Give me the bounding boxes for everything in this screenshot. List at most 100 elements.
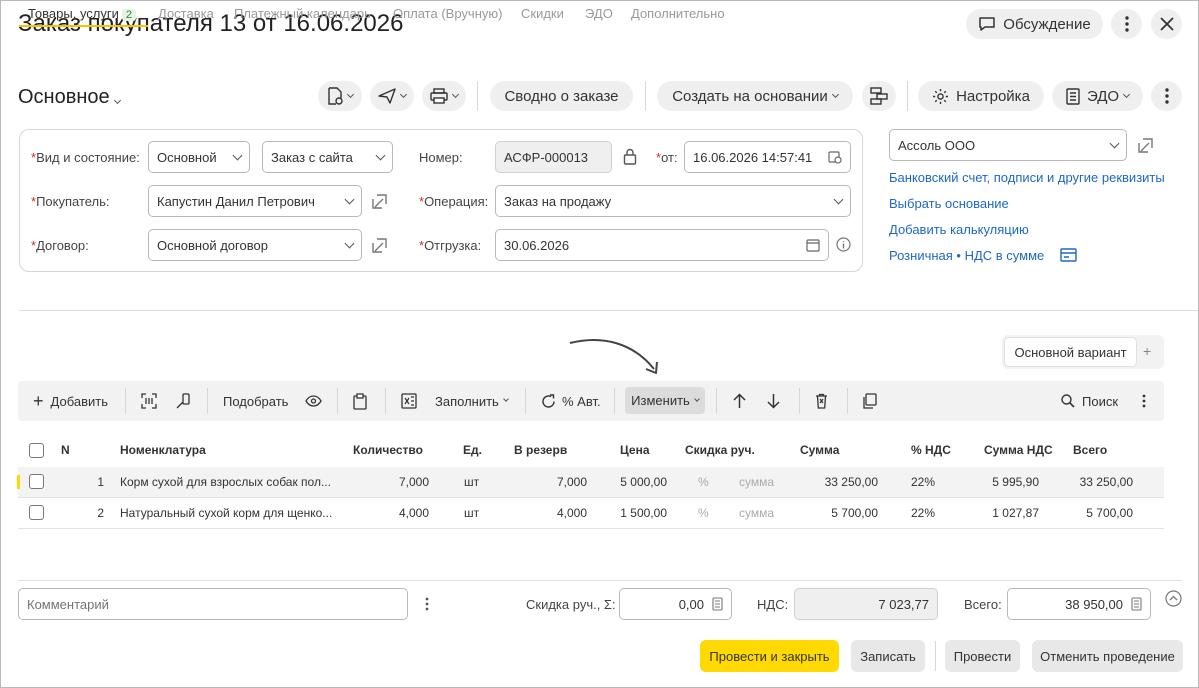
buyer-select[interactable]: Капустин Данил Петрович: [148, 185, 362, 217]
col-nomenclature[interactable]: Номенклатура: [120, 443, 206, 457]
fill-menu-button[interactable]: Заполнить: [435, 381, 509, 421]
open-link-icon[interactable]: [371, 237, 388, 254]
vat-mode-link[interactable]: Розничная • НДС в сумме: [889, 248, 1044, 263]
row-discount-sum[interactable]: сумма: [739, 475, 774, 489]
settings-button[interactable]: Настройка: [918, 81, 1044, 111]
row-name[interactable]: Натуральный сухой корм для щенко...: [120, 506, 340, 520]
row-discount-sum[interactable]: сумма: [739, 506, 774, 520]
send-button[interactable]: [370, 81, 414, 111]
close-button[interactable]: [1151, 9, 1182, 39]
edo-button[interactable]: ЭДО: [1052, 81, 1143, 111]
info-icon[interactable]: [836, 237, 851, 252]
tab-payment-calendar[interactable]: Платежный календарь: [234, 0, 371, 27]
auto-discount-button[interactable]: % Авт.: [541, 381, 601, 421]
structure-button[interactable]: [862, 81, 896, 111]
row-price[interactable]: 1 500,00: [587, 506, 667, 520]
col-price[interactable]: Цена: [620, 443, 650, 457]
row-vat-rate[interactable]: 22%: [911, 506, 935, 520]
select-basis-link[interactable]: Выбрать основание: [889, 196, 1009, 211]
row-name[interactable]: Корм сухой для взрослых собак пол...: [120, 475, 340, 489]
row-discount-percent[interactable]: %: [698, 475, 709, 489]
row-total[interactable]: 33 250,00: [1048, 475, 1133, 489]
delete-row-button[interactable]: [815, 381, 828, 421]
change-menu-button[interactable]: Изменить: [625, 387, 705, 414]
pick-button[interactable]: Подобрать: [223, 381, 288, 421]
select-all-checkbox[interactable]: [29, 443, 44, 458]
order-summary-button[interactable]: Сводно о заказе: [490, 81, 633, 111]
col-quantity[interactable]: Количество: [353, 443, 423, 457]
row-discount-percent[interactable]: %: [698, 506, 709, 520]
scan-barcode-button[interactable]: [141, 381, 157, 421]
open-link-icon[interactable]: [371, 193, 388, 210]
collapse-up-icon[interactable]: [1165, 590, 1182, 607]
col-vat-rate[interactable]: % НДС: [911, 443, 951, 457]
post-button[interactable]: Провести: [945, 640, 1020, 672]
post-and-close-button[interactable]: Провести и закрыть: [700, 640, 839, 672]
tab-delivery[interactable]: Доставка: [158, 0, 214, 27]
shipment-date-field[interactable]: 30.06.2026: [495, 229, 829, 261]
grand-total-field[interactable]: 38 950,00: [1007, 588, 1151, 620]
row-quantity[interactable]: 7,000: [349, 475, 429, 489]
col-unit[interactable]: Ед.: [463, 443, 482, 457]
search-button[interactable]: Поиск: [1061, 381, 1118, 421]
more-vertical-icon[interactable]: [425, 597, 429, 611]
card-icon[interactable]: [1060, 248, 1077, 262]
kind-select[interactable]: Основной: [148, 141, 250, 173]
comment-input[interactable]: [18, 588, 408, 620]
row-unit[interactable]: шт: [464, 506, 479, 520]
discuss-button[interactable]: Обсуждение: [966, 9, 1103, 39]
section-selector[interactable]: Основное: [18, 86, 121, 109]
row-sum[interactable]: 33 250,00: [788, 475, 878, 489]
variant-main-button[interactable]: Основной вариант: [1004, 337, 1137, 367]
bank-account-link[interactable]: Банковский счет, подписи и другие реквиз…: [889, 170, 1165, 185]
col-sum[interactable]: Сумма: [800, 443, 839, 457]
row-reserve[interactable]: 7,000: [507, 475, 587, 489]
preview-button[interactable]: [305, 381, 322, 421]
discount-total-field[interactable]: 0,00: [619, 588, 732, 620]
add-calculation-link[interactable]: Добавить калькуляцию: [889, 222, 1029, 237]
copy-button[interactable]: [862, 381, 877, 421]
col-vat-sum[interactable]: Сумма НДС: [984, 443, 1053, 457]
row-total[interactable]: 5 700,00: [1048, 506, 1133, 520]
add-variant-button[interactable]: +: [1143, 343, 1151, 359]
row-reserve[interactable]: 4,000: [507, 506, 587, 520]
organization-select[interactable]: Ассоль ООО: [889, 129, 1127, 161]
more-actions-button[interactable]: [1151, 81, 1182, 111]
row-checkbox[interactable]: [29, 505, 44, 520]
tab-additional[interactable]: Дополнительно: [631, 0, 725, 27]
lock-icon[interactable]: [623, 148, 637, 165]
date-field[interactable]: 16.06.2026 14:57:41: [684, 141, 851, 173]
data-collection-button[interactable]: [175, 381, 191, 421]
row-unit[interactable]: шт: [464, 475, 479, 489]
cancel-posting-button[interactable]: Отменить проведение: [1032, 640, 1183, 672]
col-n[interactable]: N: [61, 443, 70, 457]
calendar-icon[interactable]: [806, 238, 820, 252]
col-total[interactable]: Всего: [1073, 443, 1107, 457]
contract-select[interactable]: Основной договор: [148, 229, 362, 261]
row-vat-sum[interactable]: 5 995,90: [958, 475, 1039, 489]
row-vat-rate[interactable]: 22%: [911, 475, 935, 489]
state-select[interactable]: Заказ с сайта: [262, 141, 393, 173]
create-based-on-button[interactable]: Создать на основании: [657, 81, 853, 111]
row-quantity[interactable]: 4,000: [349, 506, 429, 520]
save-button[interactable]: Записать: [851, 640, 925, 672]
row-price[interactable]: 5 000,00: [587, 475, 667, 489]
calculator-icon[interactable]: [712, 597, 723, 611]
row-checkbox[interactable]: [29, 474, 44, 489]
print-button[interactable]: [422, 81, 466, 111]
col-reserve[interactable]: В резерв: [514, 443, 567, 457]
col-manual-discount[interactable]: Скидка руч.: [685, 443, 755, 457]
add-row-button[interactable]: + Добавить: [33, 381, 108, 421]
more-menu-button[interactable]: [1111, 9, 1142, 39]
tab-edo[interactable]: ЭДО: [585, 0, 613, 27]
document-status-button[interactable]: [318, 81, 362, 111]
row-vat-sum[interactable]: 1 027,87: [958, 506, 1039, 520]
table-row[interactable]: 2 Натуральный сухой корм для щенко... 4,…: [18, 498, 1164, 529]
table-row[interactable]: 1 Корм сухой для взрослых собак пол... 7…: [17, 467, 1164, 498]
calendar-clock-icon[interactable]: [828, 150, 842, 164]
calculator-icon[interactable]: [1131, 597, 1142, 611]
table-more-button[interactable]: [1142, 381, 1146, 421]
excel-fill-button[interactable]: [401, 381, 417, 421]
tab-discounts[interactable]: Скидки: [521, 0, 564, 27]
open-link-icon[interactable]: [1137, 137, 1154, 154]
